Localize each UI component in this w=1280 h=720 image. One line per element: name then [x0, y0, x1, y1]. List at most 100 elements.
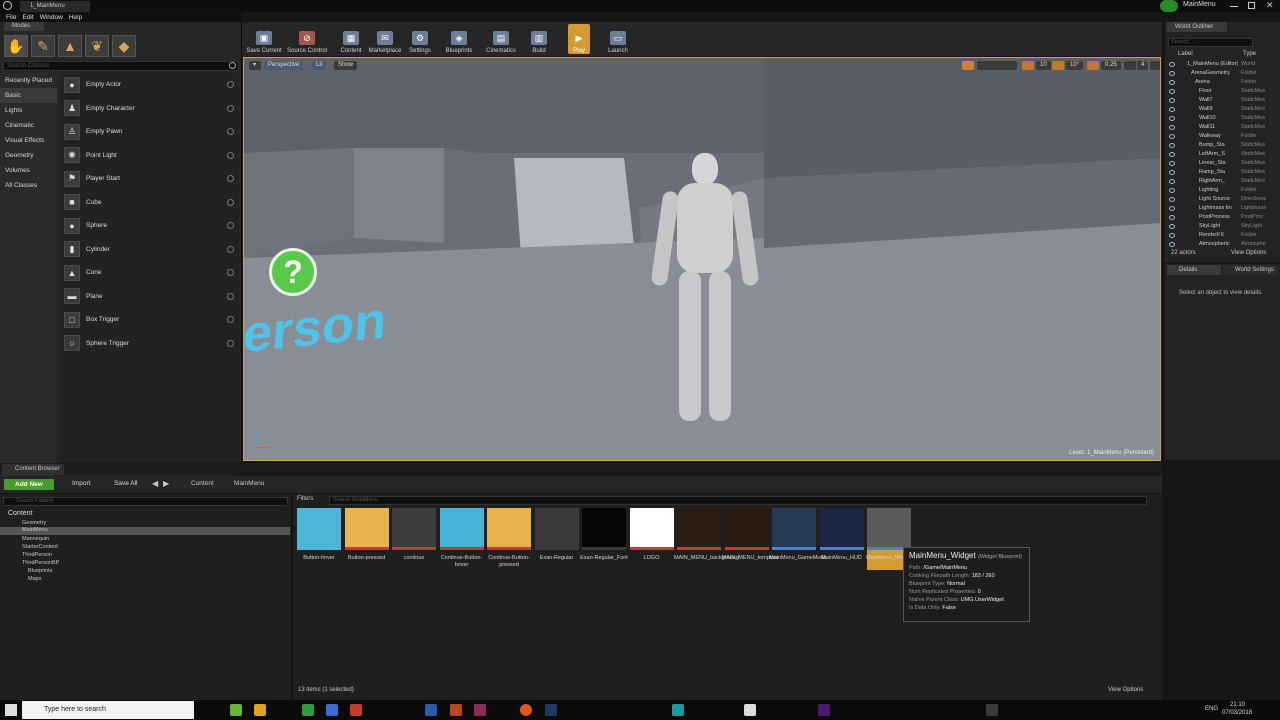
app-icon[interactable] [425, 704, 437, 716]
viewport-options-button[interactable]: ▾ [249, 61, 261, 70]
place-item[interactable]: ▲ Cone [60, 261, 239, 285]
import-button[interactable]: Import [62, 480, 90, 487]
minimize-button[interactable] [1230, 6, 1238, 7]
lit-button[interactable]: Lit [312, 61, 327, 70]
outliner-row[interactable]: Arena Folder [1165, 78, 1280, 87]
menu-help[interactable]: Help [69, 14, 82, 21]
asset-tile[interactable]: MAIN_MENU_template [722, 508, 779, 568]
place-item[interactable]: ● Empty Actor [60, 73, 239, 97]
category-visual-effects[interactable]: Visual Effects [0, 133, 57, 148]
search-folders-input[interactable]: Search Folders [3, 497, 288, 506]
visibility-eye-icon[interactable] [1169, 116, 1175, 121]
windows-start-icon[interactable] [5, 704, 17, 716]
visibility-eye-icon[interactable] [1169, 107, 1175, 112]
category-volumes[interactable]: Volumes [0, 163, 57, 178]
level-viewport[interactable]: erson ? ▾ Perspective Lit Show 10 10° 0.… [243, 57, 1161, 461]
folder-item[interactable]: ThirdPersonBP [22, 560, 59, 566]
app-icon[interactable] [450, 704, 462, 716]
search-assets-input[interactable]: Search MainMenu [329, 496, 1147, 505]
app-icon[interactable] [254, 704, 266, 716]
content-browser-tab[interactable]: Content Browser [2, 464, 64, 475]
unreal-taskbar-icon[interactable] [986, 704, 998, 716]
category-recently-placed[interactable]: Recently Placed [0, 73, 57, 88]
back-arrow-icon[interactable]: ◀ [152, 479, 158, 488]
asset-tile[interactable]: Exan-Regular [534, 508, 579, 568]
maximize-button[interactable] [1248, 2, 1255, 9]
taskbar-search-input[interactable]: Type here to search [22, 701, 194, 719]
outliner-row[interactable]: Atmospheric Atmosphe [1165, 240, 1280, 249]
camera-speed-icon[interactable] [1124, 61, 1136, 70]
asset-tile[interactable]: Button-pressed [344, 508, 389, 568]
outliner-row[interactable]: Wall7 StaticMes [1165, 96, 1280, 105]
modes-tab[interactable]: Modes [4, 22, 44, 31]
place-item[interactable]: □ Box Trigger [60, 308, 239, 332]
outliner-row[interactable]: Light Source Directiona [1165, 195, 1280, 204]
visibility-eye-icon[interactable] [1169, 215, 1175, 220]
save-current-button[interactable]: ▣ Save Current [245, 24, 283, 54]
world-outliner-tab[interactable]: World Outliner [1167, 22, 1227, 32]
category-lights[interactable]: Lights [0, 103, 57, 118]
app-icon[interactable] [474, 704, 486, 716]
mannequin-character[interactable] [649, 153, 760, 433]
category-geometry[interactable]: Geometry [0, 148, 57, 163]
asset-tile[interactable]: Continue-Button-hover [439, 508, 484, 568]
outliner-row[interactable]: RenderFX Folder [1165, 231, 1280, 240]
outliner-row[interactable]: Wall11 StaticMes [1165, 123, 1280, 132]
folder-item[interactable]: Mannequin [22, 536, 49, 542]
foliage-mode-icon[interactable]: ❦ [85, 35, 109, 57]
outliner-row[interactable]: Lighting Folder [1165, 186, 1280, 195]
visibility-eye-icon[interactable] [1169, 98, 1175, 103]
outliner-row[interactable]: SkyLight SkyLight [1165, 222, 1280, 231]
folder-item[interactable]: StarterContent [22, 544, 58, 550]
outliner-row[interactable]: Walkway Folder [1165, 132, 1280, 141]
place-item[interactable]: ♟ Empty Character [60, 97, 239, 121]
search-classes-input[interactable]: Search Classes [3, 61, 239, 71]
firefox-icon[interactable] [520, 704, 532, 716]
blueprints-button[interactable]: ◈ Blueprints [444, 24, 474, 54]
visibility-eye-icon[interactable] [1169, 71, 1175, 76]
paint-mode-icon[interactable]: ✎ [31, 35, 55, 57]
marketplace-button[interactable]: ✉ Marketplace [368, 24, 402, 54]
transform-tools-icon[interactable] [977, 61, 1017, 70]
place-item[interactable]: ⚑ Player Start [60, 167, 239, 191]
menu-edit[interactable]: Edit [22, 14, 33, 21]
asset-tile[interactable]: Button-hover [297, 508, 341, 568]
transform-translate-icon[interactable] [962, 61, 974, 70]
visibility-eye-icon[interactable] [1169, 224, 1175, 229]
app-icon[interactable] [672, 704, 684, 716]
asset-tile[interactable]: continue [392, 508, 436, 568]
outliner-row[interactable]: Bump_Sta StaticMes [1165, 141, 1280, 150]
menu-file[interactable]: File [6, 14, 16, 21]
grid-snap-value[interactable]: 10 [1036, 61, 1051, 70]
close-button[interactable]: ✕ [1266, 0, 1274, 11]
place-item[interactable]: ▬ Plane [60, 285, 239, 309]
outliner-row[interactable]: LeftArm_S StaticMes [1165, 150, 1280, 159]
folder-item-selected[interactable]: MainMenu [0, 527, 290, 535]
folder-item[interactable]: Maps [28, 576, 41, 582]
category-basic[interactable]: Basic [0, 88, 57, 103]
visibility-eye-icon[interactable] [1169, 80, 1175, 85]
outliner-row[interactable]: 1_MainMenu (Editor) World [1165, 60, 1280, 69]
filters-button[interactable]: Filters [297, 496, 313, 502]
outliner-row[interactable]: Wall9 StaticMes [1165, 105, 1280, 114]
save-all-button[interactable]: Save All [104, 480, 138, 487]
visibility-eye-icon[interactable] [1169, 152, 1175, 157]
outliner-row[interactable]: PostProcess PostProc [1165, 213, 1280, 222]
app-icon[interactable] [302, 704, 314, 716]
landscape-mode-icon[interactable]: ▲ [58, 35, 82, 57]
play-button[interactable]: ▶ Play [568, 24, 590, 54]
scale-snap-icon[interactable] [1087, 61, 1099, 70]
folder-item[interactable]: Blueprints [28, 568, 52, 574]
app-icon[interactable] [326, 704, 338, 716]
breadcrumb-mainmenu[interactable]: MainMenu [234, 480, 264, 487]
folder-item[interactable]: Geometry [22, 520, 46, 526]
category-all-classes[interactable]: All Classes [0, 178, 57, 193]
place-item[interactable]: ○ Sphere Trigger [60, 332, 239, 356]
level-tab[interactable]: 1_MainMenu [20, 1, 90, 12]
forward-arrow-icon[interactable]: ▶ [163, 479, 169, 488]
add-new-button[interactable]: Add New [4, 479, 54, 490]
visibility-eye-icon[interactable] [1169, 143, 1175, 148]
place-item[interactable]: ✺ Point Light [60, 144, 239, 168]
build-button[interactable]: ▥ Build [529, 24, 549, 54]
visibility-eye-icon[interactable] [1169, 125, 1175, 130]
